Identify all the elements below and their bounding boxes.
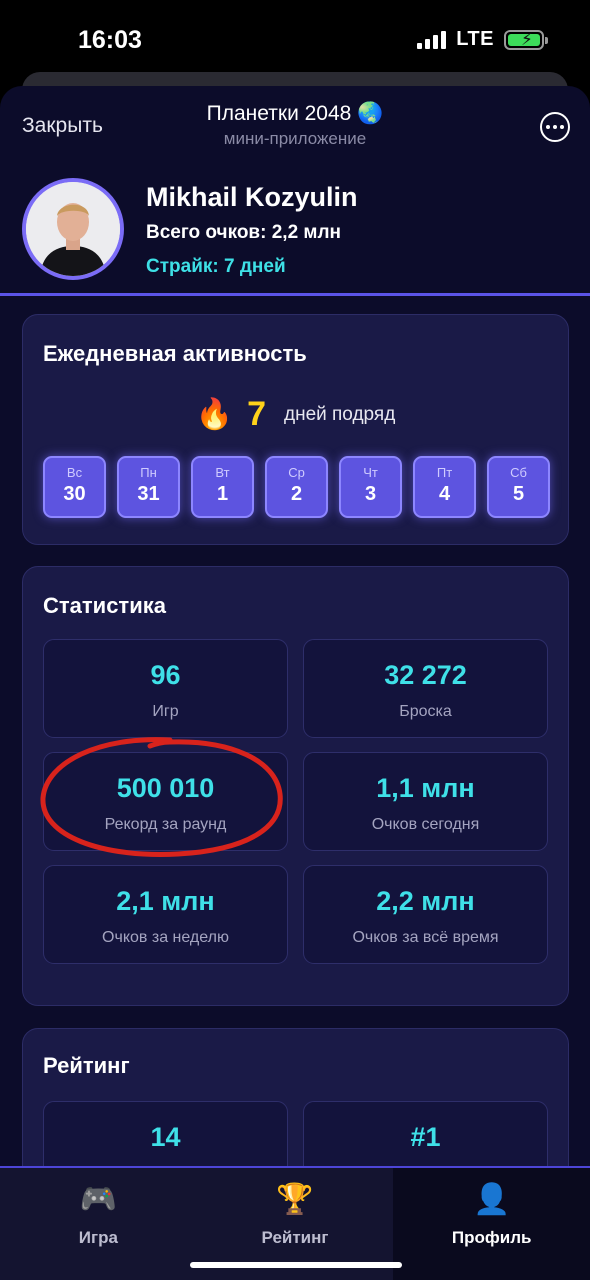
title-block: Планетки 2048 🌏 мини-приложение [0, 102, 590, 149]
day-tile: Вт 1 [191, 456, 254, 518]
status-bar: 16:03 LTE ⚡ [0, 0, 590, 80]
network-label: LTE [456, 28, 494, 50]
nav-label: Рейтинг [261, 1228, 329, 1247]
day-number: 1 [216, 483, 229, 505]
stat-points-today: 1,1 млн Очков сегодня [303, 752, 548, 851]
stat-value: 32 272 [384, 660, 467, 690]
day-label: Чт [363, 465, 378, 480]
stat-value: 1,1 млн [376, 773, 475, 803]
stat-label: Игр [152, 703, 179, 720]
mini-app-sheet: Закрыть Планетки 2048 🌏 мини-приложение … [0, 86, 590, 1280]
stat-round-record: 500 010 Рекорд за раунд [43, 752, 288, 851]
profile-name: Mikhail Kozyulin [146, 182, 358, 212]
stat-label: Рекорд за раунд [104, 816, 227, 833]
day-label: Ср [288, 465, 305, 480]
user-icon: 👤 [473, 1183, 511, 1216]
streak-text: дней подряд [283, 403, 396, 425]
signal-icon [417, 30, 447, 49]
stat-label: Очков за всё время [352, 929, 499, 946]
streak-summary: 🔥 7 дней подряд [23, 395, 568, 434]
rating-title: Рейтинг [43, 1053, 130, 1078]
fire-icon: 🔥 [195, 398, 234, 431]
day-label: Пт [436, 465, 453, 480]
stat-label: Броска [399, 703, 452, 720]
streak-count: 7 [247, 395, 266, 433]
day-tile: Пт 4 [413, 456, 476, 518]
day-tile: Сб 5 [487, 456, 550, 518]
day-label: Пн [140, 465, 157, 480]
app-subtitle: мини-приложение [223, 129, 367, 148]
nav-item-game[interactable]: 🎮 Игра [0, 1168, 197, 1280]
stat-value: 96 [150, 660, 181, 690]
day-tile: Ср 2 [265, 456, 328, 518]
home-indicator [190, 1262, 402, 1268]
trophy-icon: 🏆 [276, 1183, 314, 1216]
rating-value: #1 [410, 1122, 441, 1152]
day-tile: Пн 31 [117, 456, 180, 518]
more-options-icon[interactable] [540, 112, 570, 142]
day-number: 5 [512, 483, 525, 505]
profile-total-points: Всего очков: 2,2 млн [146, 222, 342, 243]
day-label: Вс [66, 465, 83, 480]
stat-label: Очков за неделю [102, 929, 229, 946]
statistics-title: Статистика [43, 593, 166, 618]
day-number: 4 [438, 483, 451, 505]
stat-throws: 32 272 Броска [303, 639, 548, 738]
profile-streak: Страйк: 7 дней [146, 256, 286, 277]
profile-header: Mikhail Kozyulin Всего очков: 2,2 млн Ст… [0, 166, 590, 296]
nav-label: Профиль [451, 1228, 532, 1247]
day-tile: Вс 30 [43, 456, 106, 518]
daily-activity-card: Ежедневная активность 🔥 7 дней подряд Вс… [22, 314, 569, 545]
app-title: Планетки 2048 🌏 [206, 102, 384, 125]
stat-label: Очков сегодня [371, 816, 480, 833]
status-time: 16:03 [78, 26, 142, 54]
stats-grid: 96 Игр 32 272 Броска 500 010 Рекорд за р… [43, 639, 548, 964]
statistics-card: Статистика 96 Игр 32 272 Броска 500 010 … [22, 566, 569, 1006]
stat-points-all-time: 2,2 млн Очков за всё время [303, 865, 548, 964]
nav-item-profile[interactable]: 👤 Профиль [393, 1168, 590, 1280]
stat-games: 96 Игр [43, 639, 288, 738]
rating-value: 14 [150, 1122, 181, 1152]
day-number: 2 [290, 483, 303, 505]
app-header: Закрыть Планетки 2048 🌏 мини-приложение [0, 86, 590, 166]
day-number: 31 [137, 483, 160, 505]
day-label: Вт [215, 465, 230, 480]
gamepad-icon: 🎮 [79, 1183, 118, 1216]
day-number: 3 [364, 483, 377, 505]
day-tile: Чт 3 [339, 456, 402, 518]
status-indicators: LTE ⚡ [417, 28, 548, 51]
stat-value: 2,2 млн [376, 886, 475, 916]
avatar [22, 178, 124, 280]
stat-value: 500 010 [116, 773, 215, 803]
nav-label: Игра [78, 1228, 118, 1247]
day-number: 30 [63, 483, 86, 505]
stat-value: 2,1 млн [116, 886, 215, 916]
week-days: Вс 30 Пн 31 Вт 1 Ср 2 Чт 3 Пт 4 Сб 5 [43, 456, 550, 518]
stat-points-week: 2,1 млн Очков за неделю [43, 865, 288, 964]
daily-activity-title: Ежедневная активность [43, 341, 307, 366]
battery-icon: ⚡ [504, 29, 548, 50]
day-label: Сб [510, 465, 527, 480]
